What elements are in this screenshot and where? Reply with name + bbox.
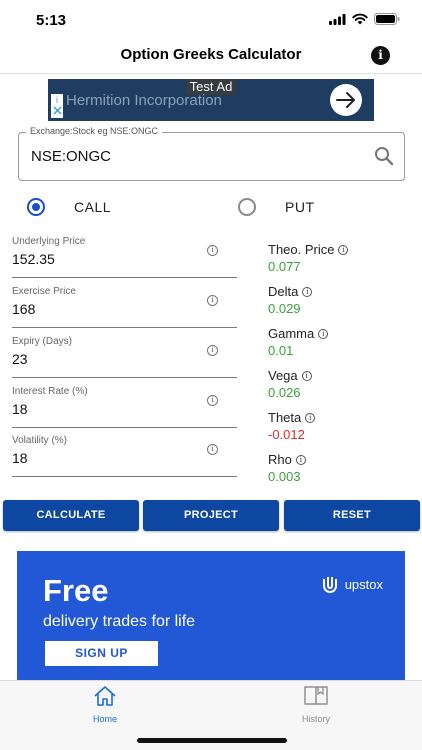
greek-gamma: Gamma i 0.01 [268,326,408,360]
info-icon[interactable]: i [207,395,218,406]
promo-banner[interactable]: Free delivery trades for life upstox SIG… [17,551,405,680]
page-title: Option Greeks Calculator [120,46,302,63]
exercise-price-field[interactable]: Exercise Price 168 i [12,286,237,328]
field-label: Expiry (Days) [12,336,73,347]
greek-rho: Rho i 0.003 [268,452,408,486]
field-value[interactable]: 152.35 [12,251,55,267]
status-icons [329,13,400,25]
info-icon[interactable]: i [207,444,218,455]
field-value[interactable]: 18 [12,401,28,417]
expiry-days-field[interactable]: Expiry (Days) 23 i [12,336,237,378]
tab-home[interactable]: Home [75,685,135,724]
greek-label: Gamma i [268,326,408,341]
info-icon[interactable]: i [295,454,306,465]
info-icon[interactable]: i [305,412,316,423]
battery-icon [374,13,400,25]
call-label[interactable]: CALL [74,199,111,215]
greek-theta: Theta i -0.012 [268,410,408,444]
greek-label: Theta i [268,410,408,425]
info-icon[interactable]: i [207,295,218,306]
promo-brand-name: upstox [344,576,383,592]
greek-theo-price: Theo. Price i 0.077 [268,242,408,276]
info-icon[interactable]: i [338,244,349,255]
greek-label-text: Theta [268,410,302,425]
greek-label: Vega i [268,368,408,383]
put-radio[interactable] [238,198,256,216]
greek-value: -0.012 [268,427,305,442]
home-indicator [137,738,287,743]
info-icon[interactable]: i [207,345,218,356]
field-value[interactable]: 18 [12,450,28,466]
stock-search-input[interactable]: NSE:ONGC [18,132,405,181]
search-value[interactable]: NSE:ONGC [31,148,111,165]
greek-value: 0.029 [268,301,301,316]
ad-arrow-button[interactable] [330,84,362,116]
promo-headline: Free [43,573,109,608]
greek-vega: Vega i 0.026 [268,368,408,402]
ad-close-icon[interactable] [52,106,62,115]
greek-value: 0.01 [268,343,294,358]
ad-company-name: Hermition Incorporation [66,92,222,109]
wifi-icon [352,13,368,25]
field-value[interactable]: 168 [12,301,35,317]
greek-label: Rho i [268,452,408,467]
home-icon [94,686,116,706]
volatility-field[interactable]: Volatility (%) 18 i [12,435,237,477]
call-radio[interactable] [27,198,45,216]
greek-label-text: Theo. Price [268,242,335,257]
underlying-price-field[interactable]: Underlying Price 152.35 i [12,236,237,278]
info-icon[interactable]: i [371,46,390,65]
field-value[interactable]: 23 [12,351,28,367]
field-label: Interest Rate (%) [12,386,88,397]
greek-label: Theo. Price i [268,242,408,257]
greek-value: 0.077 [268,259,301,274]
search-icon[interactable] [374,146,394,166]
tab-label: Home [92,714,117,724]
book-icon [304,686,328,705]
reset-button[interactable]: RESET [284,500,420,531]
calculate-button[interactable]: CALCULATE [3,500,139,531]
greek-value: 0.026 [268,385,301,400]
arrow-right-icon [336,92,355,108]
greek-label-text: Delta [268,284,299,299]
ad-banner[interactable]: Test Ad i Hermition Incorporation [48,79,374,121]
adchoices-icon[interactable]: i [51,94,63,118]
navigation-bar: Option Greeks Calculator i [0,40,422,74]
signal-icon [329,13,346,25]
greek-delta: Delta i 0.029 [268,284,408,318]
adchoices-info-glyph: i [56,95,58,105]
info-icon[interactable]: i [318,328,329,339]
greek-label-text: Vega [268,368,298,383]
tab-history[interactable]: History [286,685,346,724]
tab-label: History [301,714,330,724]
status-bar: 5:13 [0,0,422,40]
promo-brand: upstox [321,575,383,593]
sign-up-button[interactable]: SIGN UP [45,641,158,666]
promo-subtext: delivery trades for life [43,613,196,630]
search-legend: Exchange:Stock eg NSE:ONGC [26,126,163,136]
greek-label-text: Rho [268,452,292,467]
option-type-selector: CALL PUT [0,195,422,219]
field-label: Exercise Price [12,286,76,297]
info-icon[interactable]: i [207,245,218,256]
info-icon[interactable]: i [301,370,312,381]
put-label[interactable]: PUT [285,199,315,215]
status-time: 5:13 [36,12,67,29]
upstox-logo-icon [322,577,337,593]
info-icon[interactable]: i [302,286,313,297]
project-button[interactable]: PROJECT [143,500,279,531]
greek-label: Delta i [268,284,408,299]
greek-value: 0.003 [268,469,301,484]
interest-rate-field[interactable]: Interest Rate (%) 18 i [12,386,237,428]
field-label: Volatility (%) [12,435,68,446]
greek-label-text: Gamma [268,326,315,341]
field-label: Underlying Price [12,236,86,247]
